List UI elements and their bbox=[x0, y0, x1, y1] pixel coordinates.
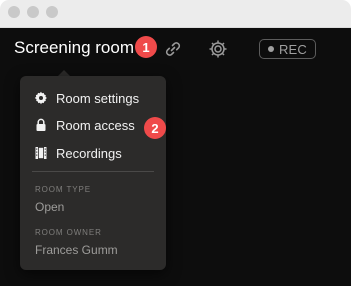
menu-item-label: Recordings bbox=[56, 145, 122, 161]
film-icon bbox=[34, 146, 48, 160]
record-label: REC bbox=[278, 41, 308, 57]
menu-item-label: Room settings bbox=[56, 90, 140, 106]
lock-icon bbox=[34, 118, 48, 132]
link-icon bbox=[165, 42, 181, 56]
step-badge-2: 2 bbox=[144, 117, 166, 139]
menu-item-label: Room access bbox=[56, 117, 135, 133]
room-type-label: ROOM TYPE bbox=[35, 185, 91, 194]
room-owner-value: Frances Gumm bbox=[35, 243, 118, 257]
record-dot-icon bbox=[267, 46, 274, 52]
room-view: Screening room 1 REC Room settings Room … bbox=[0, 28, 351, 286]
menu-divider bbox=[32, 171, 154, 172]
step-badge-1: 1 bbox=[135, 36, 157, 58]
menu-item-recordings[interactable]: Recordings bbox=[20, 141, 166, 165]
app-window: Screening room 1 REC Room settings Room … bbox=[0, 0, 351, 286]
record-button[interactable]: REC bbox=[259, 39, 316, 59]
gear-icon bbox=[209, 40, 227, 58]
zoom-window-button[interactable] bbox=[46, 6, 58, 18]
room-owner-label: ROOM OWNER bbox=[35, 228, 102, 237]
settings-button[interactable] bbox=[207, 38, 229, 60]
menu-item-room-settings[interactable]: Room settings bbox=[20, 86, 166, 110]
copy-link-button[interactable] bbox=[162, 38, 184, 60]
minimize-window-button[interactable] bbox=[27, 6, 39, 18]
room-type-value: Open bbox=[35, 200, 65, 214]
room-title[interactable]: Screening room bbox=[14, 38, 134, 58]
gear-icon bbox=[34, 91, 48, 105]
room-menu: Room settings Room access Recordings ROO… bbox=[20, 76, 166, 270]
title-bar bbox=[0, 0, 351, 28]
close-window-button[interactable] bbox=[8, 6, 20, 18]
